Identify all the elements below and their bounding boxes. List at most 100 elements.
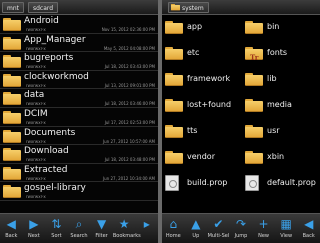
file-date: Jul 18, 2012 03:43:00 PM: [104, 64, 155, 70]
filter-button[interactable]: ▼ Filter: [90, 214, 113, 243]
file-permissions: rwxrwxr-x: [26, 157, 46, 163]
list-item[interactable]: Documents rwxrwxr-x Jun 27, 2012 10:57:00 …: [0, 127, 158, 146]
file-permissions: rwxrwxr-x: [26, 119, 46, 125]
file-name: build.prop: [187, 178, 228, 187]
grid-item[interactable]: lib: [242, 68, 320, 90]
folder-icon: [3, 18, 21, 31]
folder-icon: [165, 151, 183, 164]
file-permissions: rwxrwxr-x: [26, 194, 46, 200]
file-permissions: rwxrwxr-x: [26, 45, 46, 51]
next-button[interactable]: ▶ Next: [23, 214, 46, 243]
back-arrow-icon: ◀: [6, 217, 16, 231]
list-item[interactable]: clockworkmod rwxrwxr-x Jul 13, 2012 09:01:…: [0, 71, 158, 90]
list-item[interactable]: Extracted rwxrwxr-x Jun 27, 2012 10:34:00 …: [0, 164, 158, 183]
button-label: Bookmarks: [112, 233, 141, 239]
back-button[interactable]: ◀ Back: [297, 214, 320, 243]
file-date: Jul 18, 2012 03:48:00 PM: [104, 157, 155, 163]
bookmarks-button[interactable]: ★ Bookmarks: [112, 214, 141, 243]
folder-icon: [3, 55, 21, 69]
file-name: clockworkmod: [24, 71, 89, 82]
list-item[interactable]: Download rwxrwxr-x Jul 18, 2012 03:48:00 P…: [0, 145, 158, 164]
folder-icon: [3, 166, 21, 180]
file-date: Jul 18, 2012 03:46:00 PM: [104, 101, 155, 107]
list-item[interactable]: DCIM rwxrwxr-x Jul 17, 2012 02:53:00 PM: [0, 108, 158, 127]
file-name: lost+found: [187, 100, 232, 109]
home-button[interactable]: ⌂ Home: [162, 214, 185, 243]
grid-item[interactable]: usr: [242, 120, 320, 142]
folder-icon: [3, 92, 21, 106]
sort-icon: ⇅: [51, 217, 62, 231]
new-button[interactable]: + New: [252, 214, 275, 243]
button-label: New: [258, 233, 270, 239]
button-label: Up: [192, 233, 200, 239]
breadcrumb-sdcard[interactable]: sdcard: [28, 2, 59, 13]
folder-icon: [3, 129, 21, 143]
file-name: default.prop: [267, 178, 316, 187]
folder-icon: [165, 47, 183, 60]
file-date: Jul 13, 2012 09:01:00 PM: [104, 82, 155, 88]
view-button[interactable]: ▦ View: [275, 214, 298, 243]
grid-item[interactable]: default.prop: [242, 172, 320, 194]
list-item[interactable]: bugreports rwxrwxr-x Jul 18, 2012 03:43:00…: [0, 52, 158, 71]
folder-icon: [165, 99, 183, 112]
jump-button[interactable]: ↷ Jump: [230, 214, 253, 243]
back-button[interactable]: ◀ Back: [0, 214, 23, 243]
grid-item[interactable]: etc: [162, 42, 240, 64]
file-permissions: rwxrwxr-x: [26, 138, 46, 144]
grid-item[interactable]: bin: [242, 16, 320, 38]
grid-item[interactable]: media: [242, 94, 320, 116]
file-name: lib: [267, 74, 277, 83]
next-arrow-icon: ▶: [29, 217, 39, 231]
grid-item[interactable]: vendor: [162, 146, 240, 168]
file-list: Android rwxrwxr-x Nov 15, 2012 02:36:00 PM…: [0, 15, 158, 201]
file-name: Download: [24, 146, 69, 157]
button-label: Jump: [234, 233, 248, 239]
breadcrumb-system[interactable]: system: [168, 2, 209, 13]
up-button[interactable]: ▲ Up: [185, 214, 208, 243]
filter-icon: ▼: [96, 217, 107, 231]
grid-item[interactable]: app: [162, 16, 240, 38]
folder-icon: [245, 99, 263, 112]
file-name: gospel-library: [24, 183, 86, 194]
file-name: app: [187, 22, 203, 31]
file-name: bin: [267, 22, 280, 31]
file-icon: [245, 175, 259, 191]
search-button[interactable]: ⌕ Search: [68, 214, 91, 243]
list-item[interactable]: gospel-library rwxrwxr-x: [0, 182, 158, 201]
grid-item[interactable]: Tr fonts: [242, 42, 320, 64]
home-icon: ⌂: [169, 217, 178, 231]
file-name: Extracted: [24, 164, 68, 175]
grid-item[interactable]: tts: [162, 120, 240, 142]
file-permissions: rwxrwxr-x: [26, 27, 46, 32]
multi-sel-button[interactable]: ✔ Multi-Sel: [207, 214, 230, 243]
list-item[interactable]: App_Manager rwxrwxr-x May 5, 2012 04:08:00…: [0, 34, 158, 53]
breadcrumb-mnt[interactable]: mnt: [2, 2, 24, 13]
more-button[interactable]: ▸: [135, 214, 158, 243]
breadcrumb: mnt sdcard: [0, 0, 158, 15]
folder-icon: [3, 73, 21, 87]
new-icon: +: [258, 217, 269, 231]
file-name: usr: [267, 126, 280, 135]
file-date: Jun 27, 2012 10:34:00 AM: [102, 175, 155, 181]
file-date: Jun 27, 2012 10:57:00 AM: [102, 138, 155, 144]
bookmarks-icon: ★: [118, 217, 130, 231]
jump-icon: ↷: [235, 217, 247, 231]
breadcrumb-label: system: [182, 5, 204, 12]
sort-button[interactable]: ⇅ Sort: [45, 214, 68, 243]
folder-icon: [171, 4, 180, 11]
list-item[interactable]: data rwxrwxr-x Jul 18, 2012 03:46:00 PM: [0, 89, 158, 108]
folder-icon: [165, 73, 183, 86]
button-label: Next: [28, 233, 40, 239]
folder-icon: [245, 73, 263, 86]
button-label: Back: [5, 233, 18, 239]
file-permissions: rwxrwxr-x: [26, 82, 46, 88]
file-permissions: rwxrwxr-x: [26, 101, 46, 107]
button-label: Home: [165, 233, 181, 239]
button-label: Multi-Sel: [207, 233, 230, 239]
grid-item[interactable]: build.prop: [162, 172, 240, 194]
grid-item[interactable]: framework: [162, 68, 240, 90]
list-item[interactable]: Android rwxrwxr-x Nov 15, 2012 02:36:00 PM: [0, 15, 158, 34]
folder-icon: [3, 36, 21, 50]
grid-item[interactable]: xbin: [242, 146, 320, 168]
grid-item[interactable]: lost+found: [162, 94, 240, 116]
